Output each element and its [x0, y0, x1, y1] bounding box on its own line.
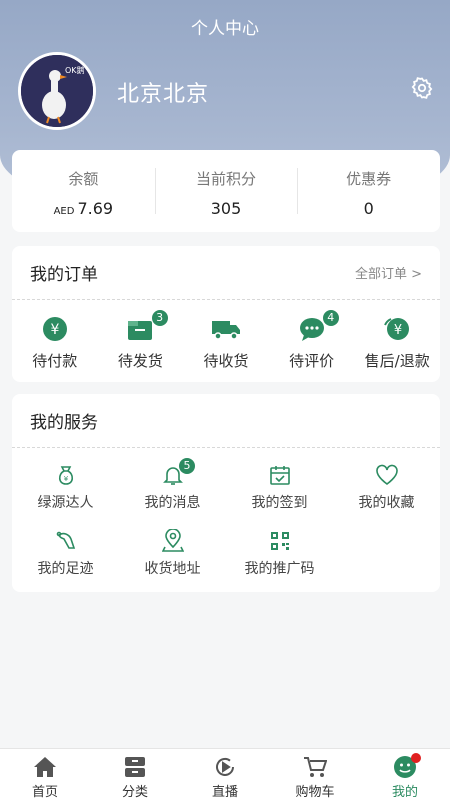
- category-icon: [90, 755, 180, 779]
- service-label: 我的消息: [144, 495, 201, 511]
- username: 北京北京: [117, 82, 210, 107]
- bottom-tab-bar: 首页 分类 直播 购物车 我的: [0, 748, 450, 800]
- refund-icon: ¥: [354, 314, 440, 344]
- footprint-icon: [12, 528, 119, 554]
- order-label: 售后/退款: [364, 352, 430, 370]
- order-label: 待付款: [32, 352, 78, 370]
- avatar[interactable]: OK鹅: [18, 52, 96, 130]
- balance-value: 7.69: [77, 199, 114, 218]
- home-icon: [0, 755, 90, 779]
- tab-category[interactable]: 分类: [90, 749, 180, 800]
- service-favorites[interactable]: 我的收藏: [333, 462, 440, 512]
- order-label: 待评价: [289, 352, 335, 370]
- tab-label: 分类: [121, 785, 148, 800]
- service-checkin[interactable]: 我的签到: [226, 462, 333, 512]
- service-label: 我的推广码: [244, 561, 315, 577]
- service-footprints[interactable]: 我的足迹: [12, 528, 119, 578]
- order-label: 待发货: [117, 352, 163, 370]
- points-item[interactable]: 当前积分 305: [154, 150, 298, 232]
- review-badge: 4: [322, 310, 339, 326]
- heart-icon: [333, 462, 440, 488]
- truck-icon: [183, 314, 269, 344]
- services-title: 我的服务: [30, 413, 98, 433]
- live-icon: [180, 755, 270, 779]
- bell-icon: 5: [119, 458, 226, 488]
- service-label: 我的收藏: [358, 495, 415, 511]
- services-header: 我的服务: [12, 394, 440, 448]
- calendar-check-icon: [226, 462, 333, 488]
- box-icon: 3: [98, 310, 184, 344]
- service-promo-code[interactable]: 我的推广码: [226, 528, 333, 578]
- service-green-expert[interactable]: ¥ 绿源达人: [12, 462, 119, 512]
- svg-text:¥: ¥: [394, 323, 402, 338]
- qrcode-icon: [226, 528, 333, 554]
- wallet-card: 余额 AED 7.69 当前积分 305 优惠券 0: [12, 150, 440, 232]
- service-label: 我的足迹: [37, 561, 94, 577]
- money-bag-icon: ¥: [12, 462, 119, 488]
- page-title: 个人中心: [191, 19, 259, 39]
- order-after-sales[interactable]: ¥ 售后/退款: [354, 314, 440, 371]
- order-pending-receipt[interactable]: 待收货: [183, 314, 269, 371]
- balance-item[interactable]: 余额 AED 7.69: [12, 150, 155, 232]
- order-label: 待收货: [203, 352, 249, 370]
- orders-header: 我的订单 全部订单 >: [12, 246, 440, 300]
- svg-text:¥: ¥: [63, 475, 68, 483]
- service-address[interactable]: 收货地址: [119, 528, 226, 578]
- tab-live[interactable]: 直播: [180, 749, 270, 800]
- settings-gear-icon[interactable]: [410, 76, 436, 102]
- orders-title: 我的订单: [30, 265, 98, 285]
- balance-currency: AED: [53, 206, 75, 217]
- points-label: 当前积分: [196, 170, 257, 188]
- comment-icon: 4: [269, 310, 355, 344]
- messages-badge: 5: [179, 458, 195, 474]
- location-icon: [119, 528, 226, 554]
- order-pending-payment[interactable]: ¥ 待付款: [12, 314, 98, 371]
- profile-icon: [360, 753, 450, 779]
- shipment-badge: 3: [151, 310, 168, 326]
- service-label: 我的签到: [251, 495, 308, 511]
- tab-label: 我的: [391, 785, 418, 800]
- all-orders-link[interactable]: 全部订单 >: [355, 263, 422, 282]
- tab-cart[interactable]: 购物车: [270, 749, 360, 800]
- coupons-label: 优惠券: [346, 170, 392, 188]
- coupons-value: 0: [363, 199, 374, 218]
- yuan-coin-icon: ¥: [12, 314, 98, 344]
- tab-home[interactable]: 首页: [0, 749, 90, 800]
- cart-icon: [270, 755, 360, 779]
- points-value: 305: [210, 199, 242, 218]
- tab-profile[interactable]: 我的: [360, 749, 450, 800]
- service-label: 收货地址: [144, 561, 201, 577]
- goose-avatar-image: OK鹅: [21, 55, 93, 127]
- order-pending-review[interactable]: 4 待评价: [269, 310, 355, 371]
- avatar-text: OK鹅: [65, 65, 85, 75]
- balance-label: 余额: [68, 170, 99, 188]
- tab-label: 直播: [211, 785, 238, 800]
- service-messages[interactable]: 5 我的消息: [119, 458, 226, 512]
- notification-dot: [411, 753, 421, 763]
- order-pending-shipment[interactable]: 3 待发货: [98, 310, 184, 371]
- orders-card: 我的订单 全部订单 > ¥ 待付款 3 待发货 待收货 4 待评价 ¥ 售后/退…: [12, 246, 440, 382]
- services-card: 我的服务 ¥ 绿源达人 5 我的消息 我的签到 我的收藏 我的足迹 收货地址 我…: [12, 394, 440, 592]
- tab-label: 首页: [31, 785, 58, 800]
- service-label: 绿源达人: [37, 495, 94, 511]
- coupons-item[interactable]: 优惠券 0: [297, 150, 440, 232]
- tab-label: 购物车: [295, 785, 335, 800]
- svg-text:¥: ¥: [50, 322, 59, 338]
